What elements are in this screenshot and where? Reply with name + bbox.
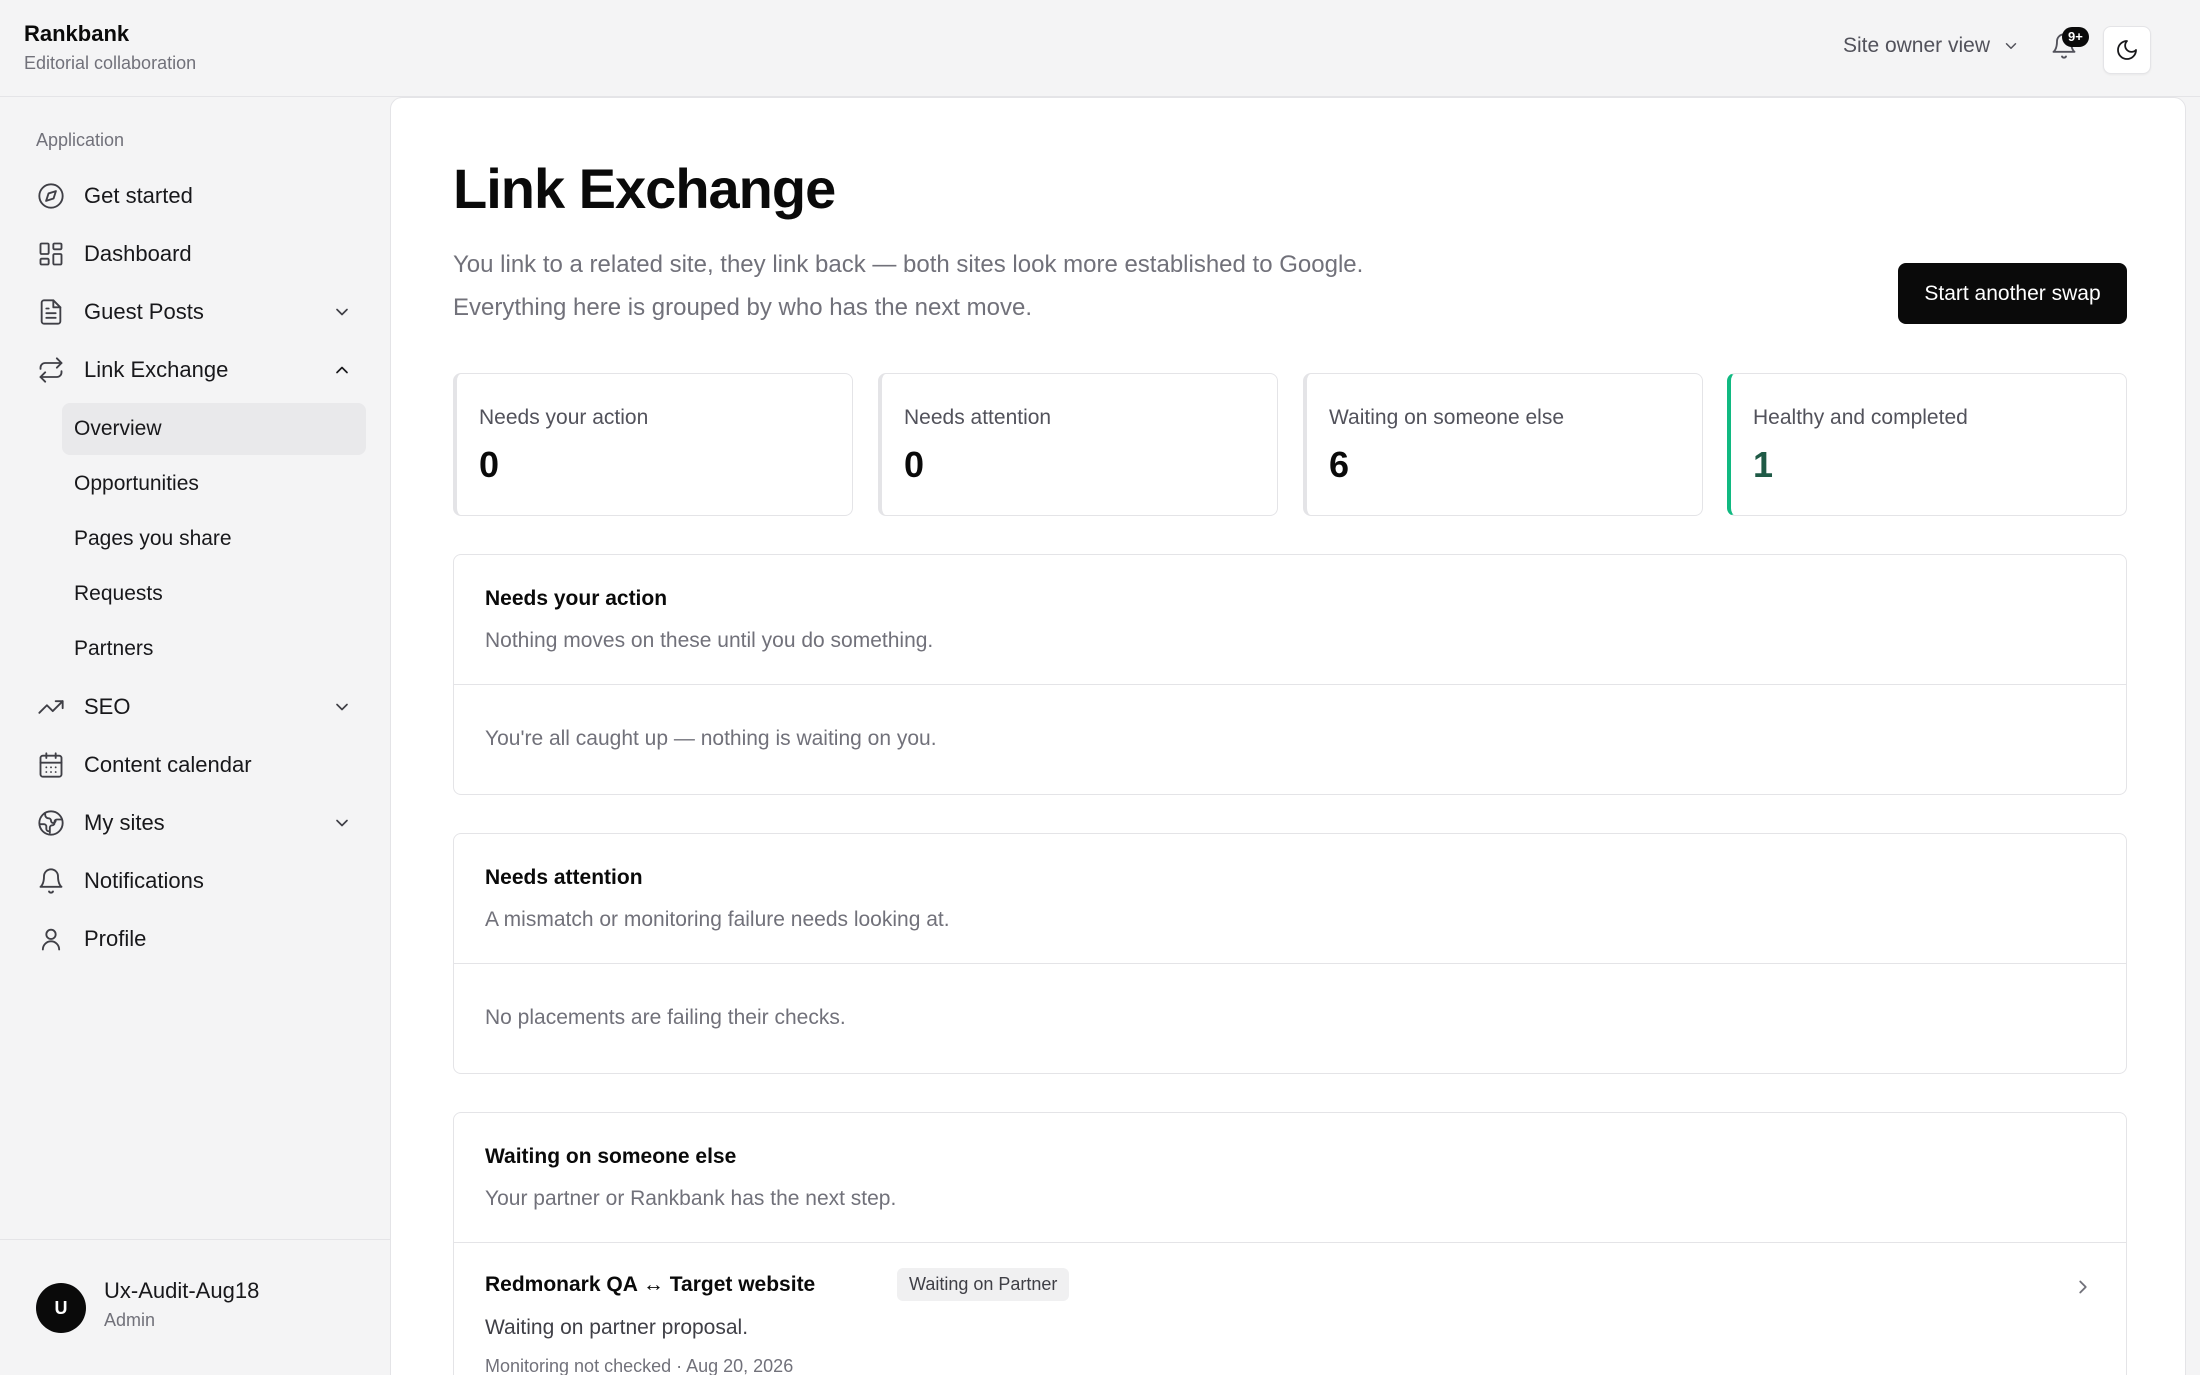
sidebar-item-content-calendar[interactable]: Content calendar [36, 743, 366, 787]
sidebar-item-label: Guest Posts [84, 299, 204, 324]
compass-icon [36, 181, 66, 211]
stat-card-waiting[interactable]: Waiting on someone else 6 [1303, 373, 1703, 516]
user-icon [36, 924, 66, 954]
section-needs-your-action: Needs your action Nothing moves on these… [453, 554, 2127, 795]
top-bar: Rankbank Editorial collaboration Site ow… [0, 0, 2200, 97]
stat-value: 0 [904, 444, 925, 485]
stat-label: Healthy and completed [1753, 406, 1968, 429]
stat-label: Needs attention [904, 406, 1052, 429]
exchange-row-meta: Monitoring not checked · Aug 20, 2026 [485, 1356, 794, 1375]
stat-label: Waiting on someone else [1329, 406, 1565, 429]
exchange-row[interactable]: Redmonark QA ↔ Target website Waiting on… [454, 1244, 2126, 1375]
grid-icon [36, 239, 66, 269]
sidebar-subitem-overview[interactable]: Overview [62, 403, 366, 455]
sidebar-item-label: My sites [84, 810, 165, 835]
exchange-row-title: Redmonark QA ↔ Target website [485, 1273, 816, 1296]
brand[interactable]: Rankbank Editorial collaboration [24, 20, 196, 75]
document-icon [36, 297, 66, 327]
sidebar: Application Get started Dashboard Guest … [0, 97, 390, 1375]
moon-icon [2117, 40, 2137, 60]
sidebar-item-label: Link Exchange [84, 357, 229, 382]
start-another-swap-button[interactable]: Start another swap [1898, 263, 2127, 324]
user-menu[interactable]: U Ux-Audit-Aug18 Admin [0, 1239, 390, 1375]
empty-state-text: You're all caught up — nothing is waitin… [485, 727, 937, 750]
stat-card-healthy[interactable]: Healthy and completed 1 [1727, 373, 2127, 516]
sidebar-item-label: SEO [84, 694, 131, 719]
bell-icon [36, 866, 66, 896]
section-header: Needs attention A mismatch or monitoring… [454, 834, 2126, 964]
calendar-icon [36, 750, 66, 780]
chevron-down-icon [2005, 43, 2017, 49]
main-panel: Link Exchange You link to a related site… [390, 97, 2186, 1375]
globe-icon [36, 808, 66, 838]
avatar: U [36, 1283, 86, 1333]
user-name: Ux-Audit-Aug18 [104, 1278, 260, 1303]
chevron-down-icon [336, 703, 348, 711]
sidebar-item-label: Notifications [84, 868, 204, 893]
stat-value: 6 [1329, 444, 1350, 485]
page-description-line: Everything here is grouped by who has th… [453, 294, 1032, 321]
page-description-line: You link to a related site, they link ba… [453, 251, 1364, 278]
empty-state-text: No placements are failing their checks. [485, 1006, 846, 1029]
sidebar-item-dashboard[interactable]: Dashboard [36, 232, 366, 276]
sidebar-item-notifications[interactable]: Notifications [36, 859, 366, 903]
chevron-right-icon [2079, 1280, 2087, 1294]
user-role: Admin [104, 1310, 156, 1330]
section-title: Needs your action [485, 587, 668, 610]
sidebar-subitem-opportunities[interactable]: Opportunities [62, 458, 366, 510]
notifications-button[interactable]: 9+ [2050, 27, 2089, 66]
section-subtitle: Your partner or Rankbank has the next st… [485, 1187, 897, 1210]
stat-label: Needs your action [479, 406, 649, 429]
sidebar-group-label: Application [36, 130, 125, 150]
stat-card-needs-attention[interactable]: Needs attention 0 [878, 373, 1278, 516]
section-subtitle: A mismatch or monitoring failure needs l… [485, 908, 950, 931]
sidebar-subitem-requests[interactable]: Requests [62, 568, 366, 620]
status-badge: Waiting on Partner [897, 1268, 1070, 1301]
chevron-up-icon [336, 366, 348, 374]
page-description: You link to a related site, they link ba… [453, 243, 1453, 329]
view-switcher[interactable]: Site owner view [1843, 34, 2020, 58]
section-needs-attention: Needs attention A mismatch or monitoring… [453, 833, 2127, 1074]
sidebar-item-label: Content calendar [84, 752, 252, 777]
stat-card-needs-action[interactable]: Needs your action 0 [453, 373, 853, 516]
sidebar-item-guest-posts[interactable]: Guest Posts [36, 290, 366, 334]
exchange-row-description: Waiting on partner proposal. [485, 1316, 749, 1339]
sidebar-item-my-sites[interactable]: My sites [36, 801, 366, 845]
sidebar-item-get-started[interactable]: Get started [36, 174, 366, 218]
page-title: Link Exchange [453, 157, 836, 220]
chevron-down-icon [336, 819, 348, 827]
sidebar-item-seo[interactable]: SEO [36, 685, 366, 729]
brand-subtitle: Editorial collaboration [24, 53, 197, 73]
stat-value: 1 [1753, 444, 1774, 485]
sidebar-item-link-exchange[interactable]: Link Exchange [36, 348, 366, 392]
section-title: Waiting on someone else [485, 1145, 737, 1168]
section-header: Needs your action Nothing moves on these… [454, 555, 2126, 685]
brand-name: Rankbank [24, 21, 130, 46]
section-subtitle: Nothing moves on these until you do some… [485, 629, 934, 652]
sidebar-item-label: Profile [84, 926, 147, 951]
stat-value: 0 [479, 444, 500, 485]
sidebar-item-label: Get started [84, 183, 193, 208]
notification-count-badge: 9+ [2062, 27, 2089, 47]
section-waiting-on-someone-else: Waiting on someone else Your partner or … [453, 1112, 2127, 1375]
chevron-down-icon [336, 308, 348, 316]
sidebar-item-label: Dashboard [84, 241, 192, 266]
view-switcher-label: Site owner view [1842, 34, 1990, 57]
sidebar-item-profile[interactable]: Profile [36, 917, 366, 961]
trending-up-icon [36, 692, 66, 722]
repeat-icon [36, 355, 66, 385]
section-header: Waiting on someone else Your partner or … [454, 1113, 2126, 1243]
theme-toggle-button[interactable] [2103, 26, 2151, 74]
section-title: Needs attention [485, 866, 643, 889]
sidebar-subitem-pages-you-share[interactable]: Pages you share [62, 513, 366, 565]
sidebar-subitem-partners[interactable]: Partners [62, 623, 366, 675]
